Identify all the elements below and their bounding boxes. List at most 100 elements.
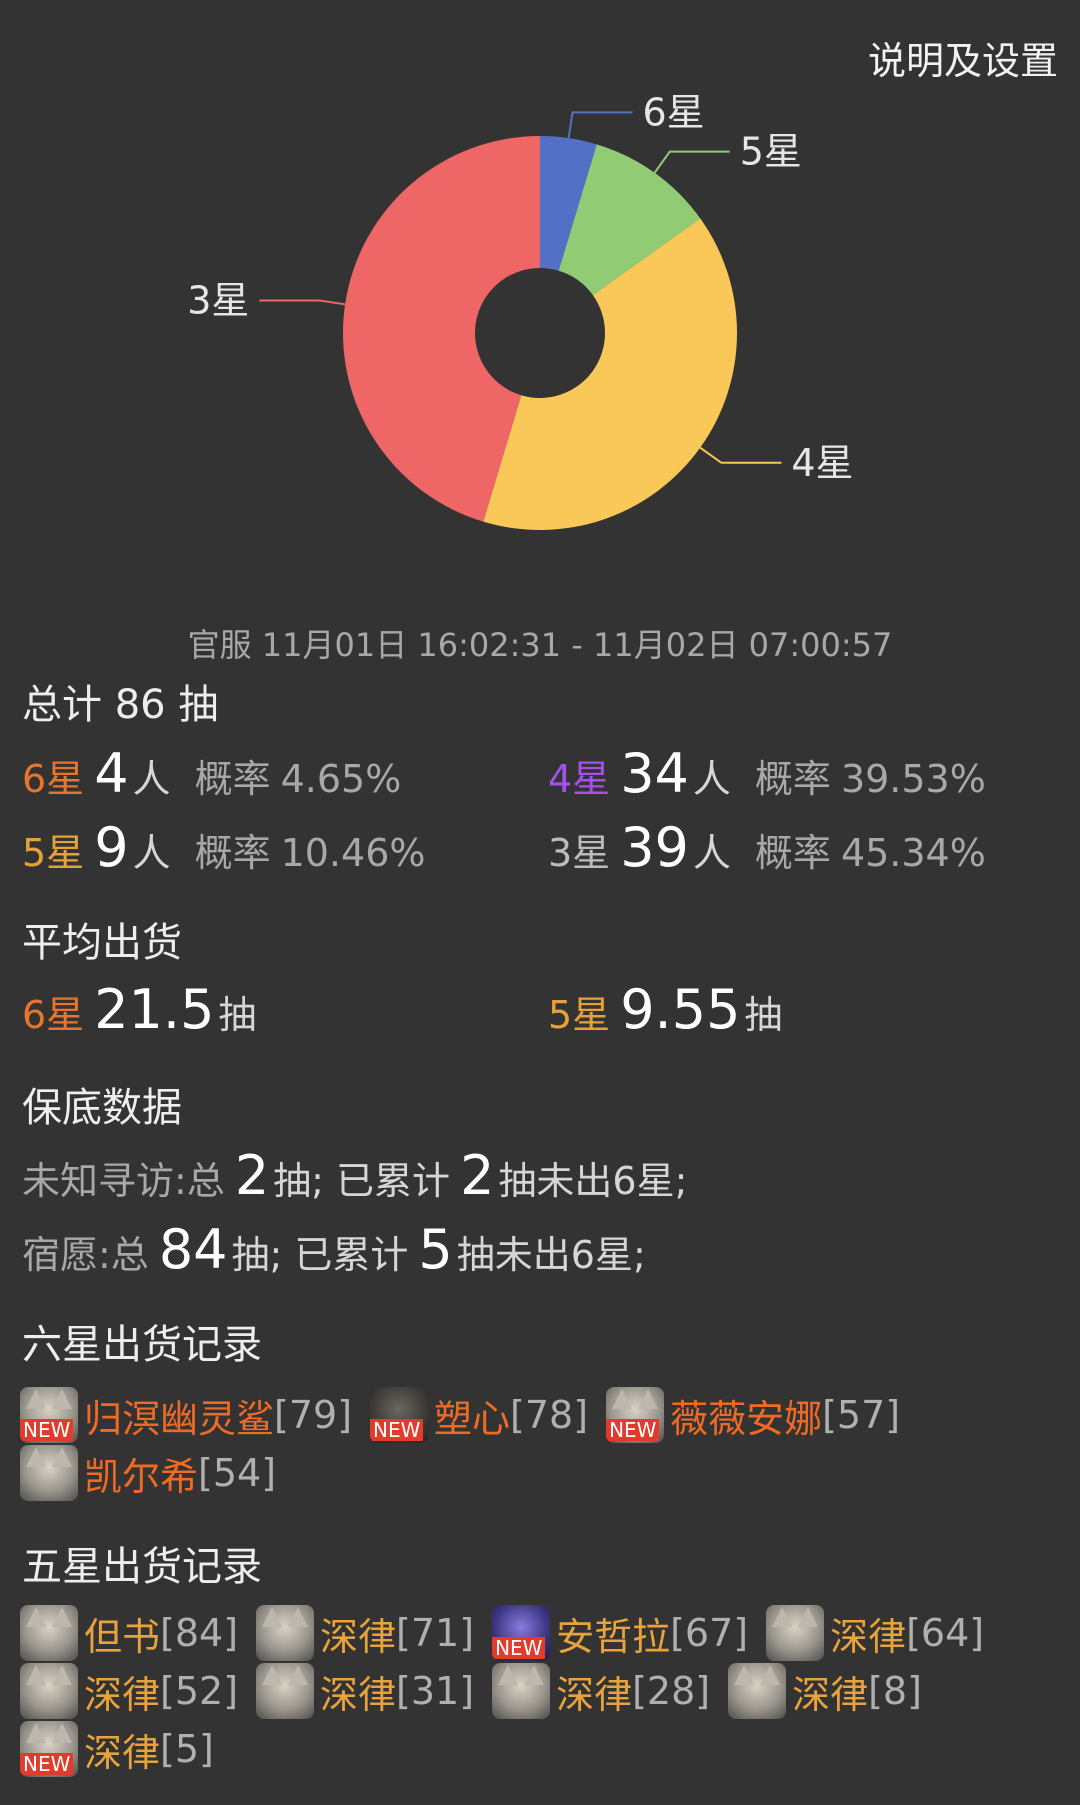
pity-row: 宿愿:总 84 抽; 已累计 5 抽未出6星; [22,1218,1058,1288]
star-label: 4星 [548,757,611,801]
operator-avatar [20,1445,78,1501]
pity-accumulated: 2 [460,1144,495,1207]
operator-name: 深律 [792,1672,869,1717]
star-label: 6星 [22,757,85,801]
operator-avatar: NEW [20,1387,78,1443]
pity-rows: 未知寻访:总 2 抽; 已累计 2 抽未出6星; 宿愿:总 84 抽; 已累计 … [22,1144,1058,1294]
operator-avatar: NEW [20,1721,78,1777]
pull-number: [64] [906,1611,985,1655]
pull-number: [67] [670,1611,749,1655]
star-label: 5星 [22,831,85,875]
pity-row-content: 未知寻访:总 2 抽; 已累计 2 抽未出6星; [22,1144,687,1207]
pity-prefix: 未知寻访:总 [22,1159,225,1203]
slice-label-6星: 6星 [642,90,704,134]
operator-avatar [728,1663,787,1719]
slice-label-3星: 3星 [187,279,249,323]
pity-mid: 抽; 已累计 [231,1233,409,1277]
pity-row-content: 宿愿:总 84 抽; 已累计 5 抽未出6星; [22,1218,646,1281]
record-item[interactable]: 深律 [28] [492,1663,710,1719]
operator-name: 深律 [320,1672,397,1717]
operator-name: 凯尔希 [84,1454,199,1499]
five-star-records-title: 五星出货记录 [22,1544,262,1590]
star-label: 3星 [548,831,611,875]
rate-value: 4.65% [280,757,402,801]
new-badge: NEW [606,1419,660,1441]
operator-avatar [492,1663,551,1719]
leader-line-6星 [567,111,633,139]
rate-value: 45.34% [840,831,986,875]
operator-avatar [256,1605,315,1661]
record-item[interactable]: 深律 [71] [256,1605,474,1661]
record-item[interactable]: NEW 安哲拉 [67] [492,1605,748,1661]
pity-suffix: 抽未出6星; [498,1159,688,1203]
pull-number: [54] [198,1451,277,1495]
count-unit: 人 [692,831,731,875]
pity-title: 保底数据 [22,1085,182,1131]
count-unit: 人 [132,831,171,875]
operator-avatar [766,1605,825,1661]
count-value: 4 [94,742,129,805]
record-item[interactable]: 但书 [84] [20,1605,238,1661]
star-label: 5星 [548,993,611,1037]
average-grid: 6星 21.5 抽 5星 9.55 抽 [22,978,1058,1058]
operator-name: 深律 [830,1614,907,1659]
record-item[interactable]: NEW 薇薇安娜 [57] [606,1387,900,1443]
five-star-records-section: 五星出货记录 [22,1534,1058,1592]
six-star-records-title: 六星出货记录 [22,1322,262,1368]
record-line: NEW 归溟幽灵鲨 [79] NEW 塑心 [78] NEW 薇薇安娜 [57] [20,1386,1060,1444]
new-badge: NEW [370,1419,424,1441]
average-unit: 抽 [218,993,257,1037]
totals-row-2: 5星 9 人 概率 10.46% 3星 39 人 概率 45.34% [22,816,1058,886]
average-value: 9.55 [620,978,741,1041]
record-item[interactable]: 深律 [31] [256,1663,474,1719]
rate-label: 概率 [754,757,831,801]
total-3star: 3星 39 人 概率 45.34% [548,816,986,879]
pull-number: [84] [160,1611,239,1655]
total-5star: 5星 9 人 概率 10.46% [22,816,425,879]
record-item[interactable]: NEW 深律 [5] [20,1721,214,1777]
pity-total: 2 [234,1144,270,1207]
pull-number: [79] [274,1393,353,1437]
pull-number: [78] [510,1393,589,1437]
star-label: 6星 [22,993,85,1037]
count-unit: 人 [132,757,171,801]
record-line: NEW 深律 [5] [20,1720,1060,1778]
operator-name: 安哲拉 [556,1614,671,1659]
six-star-records-section: 六星出货记录 [22,1312,1058,1370]
count-value: 34 [620,742,689,805]
rate-label: 概率 [754,831,831,875]
record-item[interactable]: 凯尔希 [54] [20,1445,276,1501]
average-unit: 抽 [744,993,783,1037]
pull-number: [28] [632,1669,711,1713]
count-value: 9 [94,816,129,879]
pity-mid: 抽; 已累计 [273,1159,451,1203]
slice-label-5星: 5星 [740,130,802,174]
five-star-records-list: 但书 [84] 深律 [71] NEW 安哲拉 [67] 深律 [64] 深律 [52] 深律 [31]… [20,1604,1060,1778]
new-badge: NEW [492,1637,546,1659]
operator-name: 薇薇安娜 [670,1396,823,1441]
operator-avatar: NEW [606,1387,665,1443]
average-section: 平均出货 [22,910,1058,968]
operator-name: 但书 [84,1614,161,1659]
record-item[interactable]: 深律 [8] [728,1663,922,1719]
record-item[interactable]: 深律 [64] [766,1605,984,1661]
record-item[interactable]: NEW 塑心 [78] [370,1387,588,1443]
average-value: 21.5 [94,978,215,1041]
record-item[interactable]: NEW 归溟幽灵鲨 [79] [20,1387,352,1443]
leader-line-4星 [699,446,782,464]
average-title: 平均出货 [22,920,182,966]
record-item[interactable]: 深律 [52] [20,1663,238,1719]
rate-label: 概率 [194,757,271,801]
pull-number: [8] [868,1669,922,1713]
pull-number: [71] [396,1611,475,1655]
count-value: 39 [620,816,689,879]
leader-line-5星 [653,150,730,174]
operator-name: 深律 [84,1672,161,1717]
operator-avatar: NEW [370,1387,429,1443]
operator-avatar [20,1663,78,1719]
rate-value: 10.46% [280,831,426,875]
operator-name: 归溟幽灵鲨 [84,1396,275,1441]
date-range: 官服 11月01日 16:02:31 - 11月02日 07:00:57 [187,626,893,664]
record-line: 深律 [52] 深律 [31] 深律 [28] 深律 [8] [20,1662,1060,1720]
totals-title: 总计 86 抽 [22,682,219,728]
